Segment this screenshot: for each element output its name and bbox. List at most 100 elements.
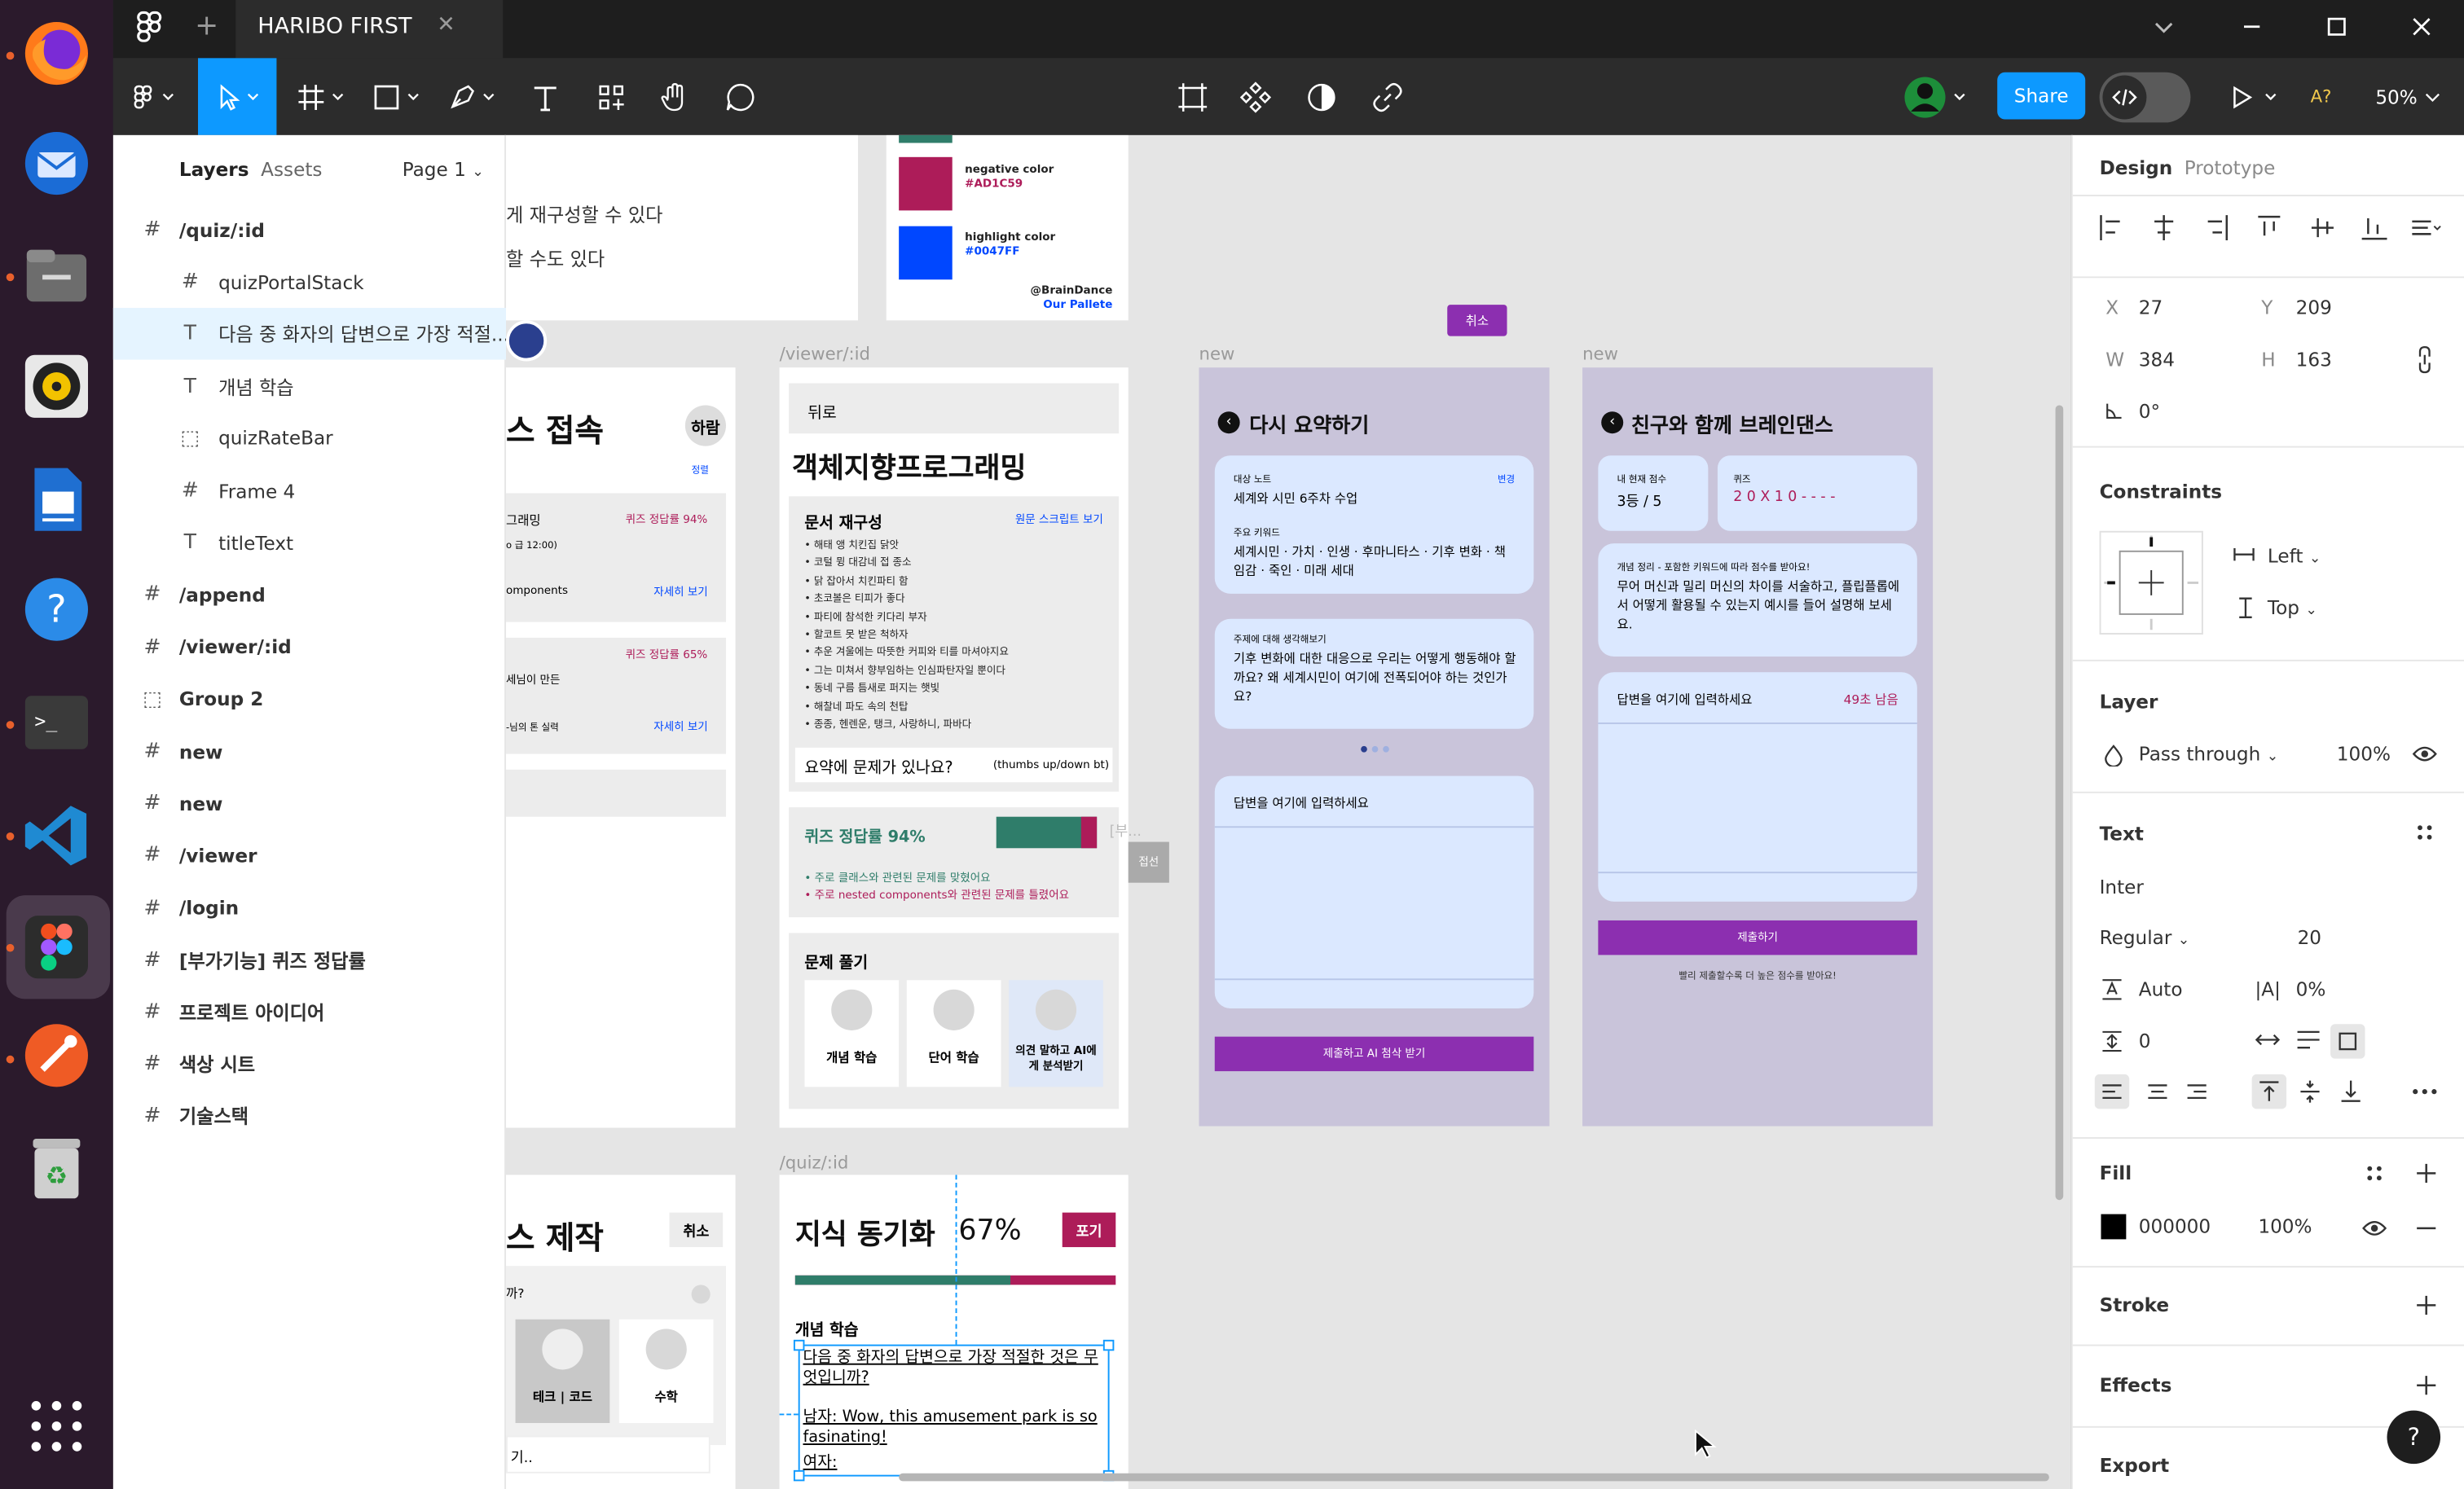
component-icon[interactable] bbox=[1235, 58, 1276, 134]
page-selector[interactable]: Page 1 ⌄ bbox=[403, 159, 484, 181]
category-option[interactable]: 테크 | 코드 bbox=[515, 1319, 610, 1424]
canvas[interactable]: 게 재구성할 수 있다 할 수도 있다 negative color #AD1C… bbox=[505, 134, 2071, 1489]
y-field[interactable]: 209 bbox=[2296, 296, 2332, 318]
frame-label[interactable]: /viewer/:id bbox=[780, 344, 870, 364]
pen-tool-button[interactable] bbox=[443, 58, 503, 134]
eye-icon[interactable] bbox=[2362, 1219, 2387, 1237]
answer-box[interactable]: 답변을 여기에 입력하세요 bbox=[1214, 775, 1534, 1008]
x-field[interactable]: 27 bbox=[2139, 296, 2163, 318]
viewer-frame[interactable]: 뒤로 객체지향프로그래밍 문서 재구성 원문 스크립트 보기 • 해태 앵 치킨… bbox=[779, 367, 1169, 1128]
collaborator-avatar[interactable] bbox=[505, 320, 548, 362]
help-button[interactable]: ? bbox=[2387, 1410, 2441, 1465]
add-stroke-icon[interactable] bbox=[2415, 1294, 2437, 1316]
left-frame[interactable]: 스 접속 하람 정렬 그래밍 퀴즈 정답률 94% o 급 12:00) omp… bbox=[505, 367, 736, 1128]
submit-button[interactable]: 제출하기 bbox=[1598, 920, 1917, 955]
input-field[interactable]: 기.. bbox=[505, 1435, 711, 1474]
layer-row[interactable]: # 색상 시트 bbox=[113, 1039, 506, 1091]
study-card[interactable]: 단어 학습 bbox=[906, 980, 1001, 1087]
study-card[interactable]: 개념 학습 bbox=[804, 980, 900, 1087]
horizontal-scrollbar[interactable] bbox=[899, 1473, 2049, 1482]
detail-link[interactable]: 자세히 보기 bbox=[653, 584, 707, 600]
fill-hex-field[interactable]: 000000 bbox=[2139, 1215, 2211, 1237]
cancel-button[interactable]: 취소 bbox=[669, 1212, 724, 1248]
text-tool-button[interactable] bbox=[525, 58, 565, 134]
font-family-select[interactable]: Inter bbox=[2100, 876, 2144, 898]
remove-fill-icon[interactable] bbox=[2415, 1225, 2437, 1232]
detail-link[interactable]: 자세히 보기 bbox=[653, 719, 707, 735]
tab-design[interactable]: Design bbox=[2100, 157, 2173, 179]
submit-button[interactable]: 제출하고 AI 첨삭 받기 bbox=[1214, 1036, 1534, 1072]
link-icon[interactable] bbox=[1367, 58, 1408, 134]
blend-mode-select[interactable]: Pass through ⌄ bbox=[2139, 743, 2278, 765]
vertical-scrollbar[interactable] bbox=[2055, 405, 2064, 1201]
layer-row[interactable]: # quizPortalStack bbox=[113, 257, 506, 309]
crop-frame-icon[interactable] bbox=[1173, 58, 1213, 134]
new-tab-icon[interactable]: + bbox=[195, 10, 218, 42]
selected-text-layer[interactable]: 다음 중 화자의 답변으로 가장 적절한 것은 무엇입니까? 남자: Wow, … bbox=[793, 1339, 1115, 1482]
answer-area[interactable] bbox=[1598, 723, 1917, 874]
align-middle-icon[interactable] bbox=[2293, 1074, 2327, 1109]
file-tab[interactable]: HARIBO FIRST ✕ bbox=[235, 0, 504, 59]
partial-frame-top-left[interactable]: 게 재구성할 수 있다 할 수도 있다 bbox=[505, 134, 858, 321]
layer-row[interactable]: # new bbox=[113, 726, 506, 778]
help-icon[interactable]: ? bbox=[15, 569, 97, 650]
trash-icon[interactable]: ♻ bbox=[15, 1127, 97, 1209]
layer-row[interactable]: # /login bbox=[113, 882, 506, 934]
fill-opacity-field[interactable]: 100% bbox=[2258, 1215, 2312, 1237]
layer-row[interactable]: # 프로젝트 아이디어 bbox=[113, 986, 506, 1039]
study-card[interactable]: 의견 말하고 AI에게 분석받기 bbox=[1009, 980, 1103, 1087]
resize-handle[interactable] bbox=[793, 1339, 805, 1351]
align-bottom-icon[interactable] bbox=[2334, 1074, 2368, 1109]
tab-prototype[interactable]: Prototype bbox=[2185, 157, 2276, 179]
layer-row[interactable]: # /quiz/:id bbox=[113, 204, 506, 257]
minimize-icon[interactable] bbox=[2241, 15, 2263, 37]
main-menu-button[interactable] bbox=[125, 58, 185, 134]
give-up-button[interactable]: 포기 bbox=[1062, 1212, 1116, 1248]
hand-tool-icon[interactable] bbox=[653, 58, 694, 134]
align-left-icon[interactable] bbox=[2094, 1074, 2130, 1109]
more-options-icon[interactable] bbox=[2409, 1084, 2440, 1100]
palette-frame[interactable]: negative color #AD1C59 highlight color #… bbox=[886, 134, 1129, 321]
layer-row[interactable]: # [부가기능] 퀴즈 정답률 bbox=[113, 934, 506, 986]
fill-color-swatch[interactable] bbox=[2101, 1214, 2127, 1240]
ghost-button[interactable]: 접선 bbox=[1128, 841, 1169, 883]
add-effect-icon[interactable] bbox=[2415, 1374, 2437, 1396]
friend-frame[interactable]: ‹ 친구와 함께 브레인댄스 내 현재 점수 3등 / 5 퀴즈 2 0 X 1… bbox=[1582, 367, 1934, 1127]
align-center-icon[interactable] bbox=[2141, 1074, 2175, 1109]
thumbs-placeholder[interactable]: (thumbs up/down bt) bbox=[993, 758, 1109, 771]
shape-tool-button[interactable] bbox=[367, 58, 427, 134]
layer-opacity-field[interactable]: 100% bbox=[2337, 743, 2391, 765]
layer-row[interactable]: ⬚ Group 2 bbox=[113, 674, 506, 726]
fixed-size-icon[interactable] bbox=[2330, 1024, 2365, 1059]
share-button[interactable]: Share bbox=[1997, 72, 2086, 120]
frame-label[interactable]: /quiz/:id bbox=[780, 1153, 849, 1173]
back-icon[interactable]: ‹ bbox=[1601, 411, 1624, 434]
answer-box[interactable]: 답변을 여기에 입력하세요 49초 남음 bbox=[1598, 672, 1917, 902]
letter-spacing-field[interactable]: 0% bbox=[2296, 978, 2326, 1000]
auto-width-icon[interactable] bbox=[2255, 1030, 2281, 1049]
left-bottom-frame[interactable]: 스 제작 취소 까? 테크 | 코드 수학 기.. bbox=[505, 1175, 736, 1489]
summary-frame[interactable]: ‹ 다시 요약하기 대상 노트 변경 세계와 시민 6주차 수업 주요 키워드 … bbox=[1199, 367, 1550, 1127]
user-avatar-menu[interactable] bbox=[1902, 58, 1971, 134]
maximize-icon[interactable] bbox=[2325, 15, 2347, 37]
paragraph-spacing-field[interactable]: 0 bbox=[2139, 1030, 2151, 1052]
layer-row[interactable]: # Frame 4 bbox=[113, 465, 506, 517]
resize-handle[interactable] bbox=[1102, 1339, 1115, 1351]
layer-row[interactable]: # /append bbox=[113, 569, 506, 622]
doc-link[interactable]: 원문 스크립트 보기 bbox=[1015, 512, 1103, 528]
layer-row[interactable]: # 기술스택 bbox=[113, 1091, 506, 1143]
pager-dots[interactable] bbox=[1359, 744, 1393, 754]
comment-tool-icon[interactable] bbox=[719, 58, 760, 134]
back-bar[interactable]: 뒤로 bbox=[789, 383, 1120, 434]
postman-icon[interactable] bbox=[15, 1015, 97, 1096]
constrain-proportions-icon[interactable] bbox=[2415, 345, 2434, 374]
tab-layers[interactable]: Layers bbox=[179, 159, 249, 181]
horizontal-constraint-select[interactable]: Left ⌄ bbox=[2268, 545, 2321, 567]
layer-row[interactable]: TtitleText bbox=[113, 517, 506, 569]
chevron-down-icon[interactable] bbox=[2153, 15, 2175, 37]
font-size-field[interactable]: 20 bbox=[2298, 927, 2321, 949]
back-icon[interactable]: ‹ bbox=[1217, 411, 1240, 434]
files-icon[interactable] bbox=[15, 235, 97, 317]
app-grid-icon[interactable] bbox=[29, 1398, 85, 1454]
dev-mode-toggle[interactable] bbox=[2099, 72, 2191, 123]
